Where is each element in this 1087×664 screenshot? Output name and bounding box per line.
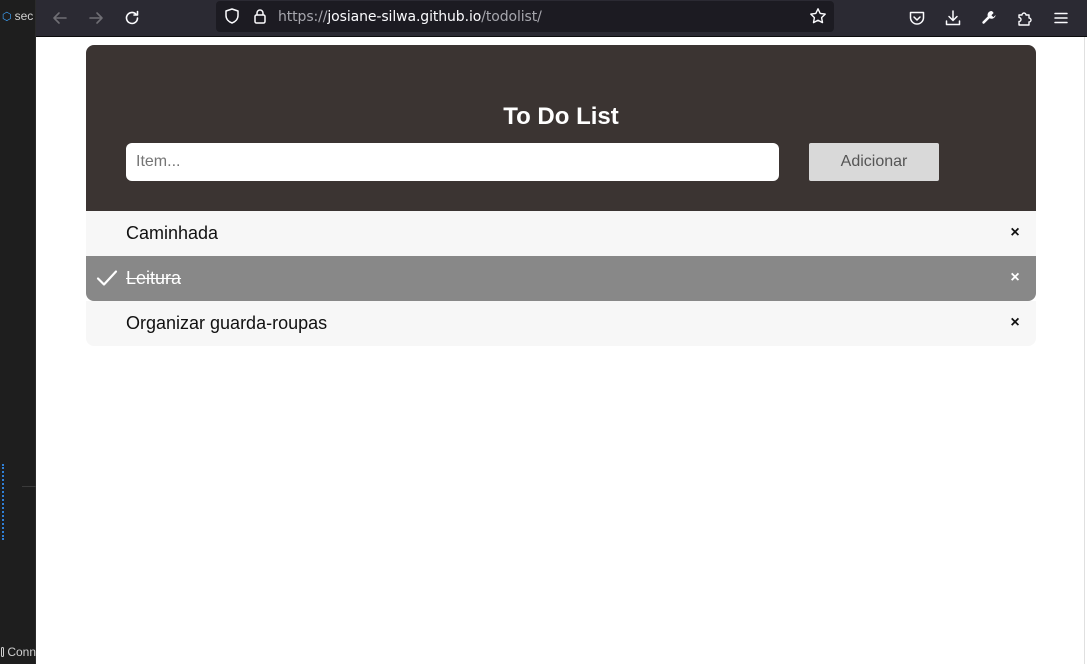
- close-icon[interactable]: ×: [1009, 268, 1021, 288]
- browser-window: https://josiane-silwa.github.io/todolist…: [36, 0, 1087, 664]
- background-tab[interactable]: ⬡ sec: [0, 6, 36, 26]
- divider: [22, 486, 36, 487]
- database-icon: [1, 647, 5, 657]
- downloads-button[interactable]: [941, 6, 965, 30]
- url-path: /todolist/: [481, 9, 542, 25]
- devtools-button[interactable]: [977, 6, 1001, 30]
- arrow-right-icon: [89, 12, 103, 24]
- hamburger-icon: [1054, 12, 1068, 24]
- url-host: josiane-silwa.github.io: [327, 9, 482, 25]
- todo-item-checked[interactable]: Leitura ×: [86, 256, 1036, 301]
- puzzle-icon: [1018, 12, 1032, 26]
- todo-item-label: Caminhada: [126, 223, 219, 243]
- download-icon: [945, 10, 961, 26]
- indent-guide: [2, 464, 4, 540]
- url-scheme: https://: [278, 9, 328, 25]
- pocket-button[interactable]: [905, 6, 929, 30]
- todo-item[interactable]: Caminhada ×: [86, 211, 1036, 256]
- background-tab-label: sec: [14, 9, 34, 23]
- lock-icon: [254, 9, 266, 24]
- todo-item[interactable]: Organizar guarda-roupas ×: [86, 301, 1036, 346]
- todo-header: To Do List Adicionar: [86, 45, 1036, 211]
- url-bar[interactable]: https://josiane-silwa.github.io/todolist…: [216, 1, 834, 32]
- wrench-icon: [982, 11, 996, 24]
- url-text[interactable]: https://josiane-silwa.github.io/todolist…: [278, 9, 542, 25]
- close-icon[interactable]: ×: [1009, 223, 1021, 243]
- star-icon: [810, 8, 826, 24]
- tracking-protection-button[interactable]: [220, 4, 244, 28]
- page-content: To Do List Adicionar Caminhada × Leitura…: [36, 37, 1087, 664]
- reload-icon: [125, 10, 139, 25]
- shield-icon: [225, 8, 239, 24]
- pocket-icon: [909, 11, 925, 25]
- site-info-button[interactable]: [248, 4, 272, 28]
- checkmark-icon: [96, 270, 118, 286]
- todo-item-label: Organizar guarda-roupas: [126, 313, 328, 333]
- bookmark-button[interactable]: [806, 4, 830, 28]
- add-button[interactable]: Adicionar: [809, 143, 939, 181]
- background-status-item[interactable]: Conn: [0, 643, 36, 661]
- back-button[interactable]: [48, 6, 72, 30]
- extensions-button[interactable]: [1013, 6, 1037, 30]
- arrow-left-icon: [53, 12, 67, 24]
- menu-button[interactable]: [1049, 6, 1073, 30]
- item-input[interactable]: [126, 143, 779, 181]
- todo-item-label: Leitura: [126, 268, 182, 288]
- reload-button[interactable]: [120, 6, 144, 30]
- forward-button[interactable]: [84, 6, 108, 30]
- page-title: To Do List: [503, 103, 619, 130]
- close-icon[interactable]: ×: [1009, 313, 1021, 333]
- background-window: ⬡ sec Conn: [0, 0, 36, 664]
- background-status-label: Conn: [7, 645, 36, 659]
- todo-list: Caminhada × Leitura × Organizar guarda-r…: [86, 211, 1036, 346]
- browser-toolbar: https://josiane-silwa.github.io/todolist…: [36, 0, 1087, 37]
- cube-icon: ⬡: [2, 10, 12, 23]
